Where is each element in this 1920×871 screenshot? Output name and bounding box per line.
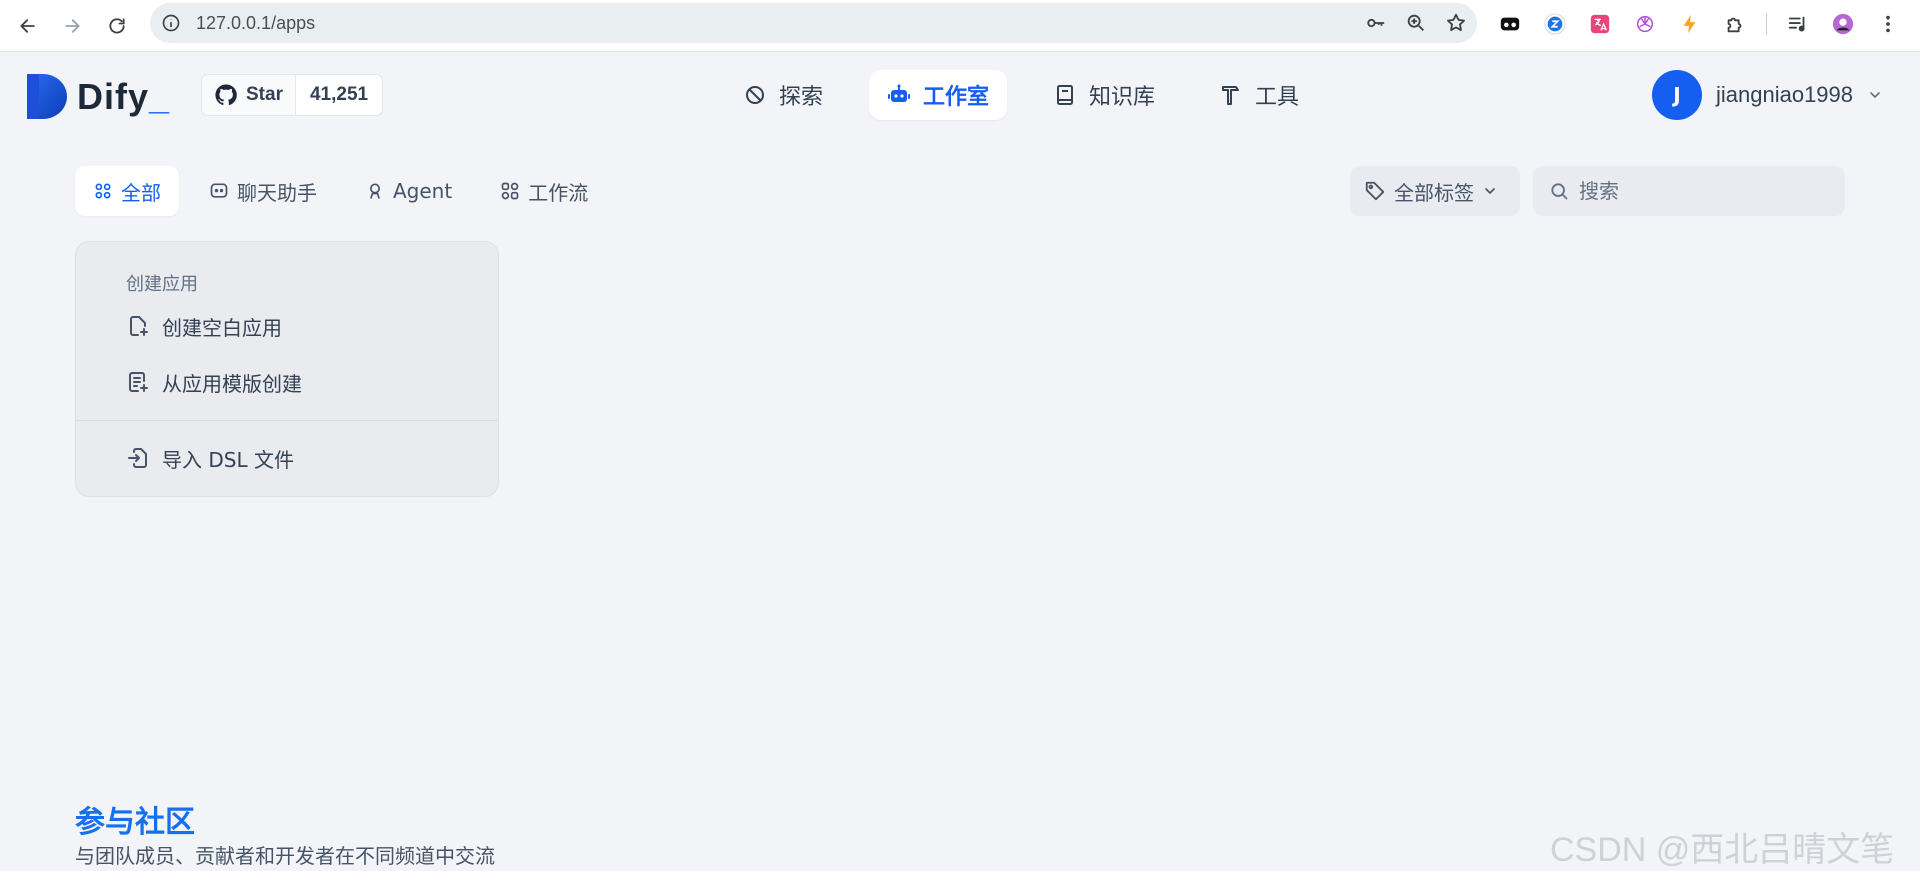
openai-icon (1636, 15, 1654, 33)
file-plus-icon (130, 316, 148, 336)
key-icon[interactable] (1365, 12, 1387, 34)
translate-icon (1590, 14, 1610, 34)
back-button[interactable] (12, 10, 44, 42)
dify-logo[interactable]: Dify_ (27, 74, 170, 119)
community-subtitle: 与团队成员、贡献者和开发者在不同频道中交流 (75, 844, 495, 868)
book-icon (1057, 85, 1074, 105)
nav-knowledge-label: 知识库 (1089, 85, 1156, 110)
extension-bolt[interactable] (1676, 10, 1704, 38)
user-menu[interactable]: J jiangniao1998 (1652, 70, 1883, 120)
forward-button[interactable] (56, 10, 88, 42)
robot-icon (888, 84, 911, 102)
zoom-icon[interactable] (1405, 12, 1427, 34)
blue-circle-icon (1544, 13, 1566, 35)
tag-icon (1365, 181, 1385, 201)
workflow-icon (501, 182, 519, 200)
extension-glasses[interactable] (1496, 10, 1524, 38)
tab-agent[interactable]: Agent (347, 166, 470, 216)
url-text[interactable]: 127.0.0.1/apps (196, 13, 315, 34)
arrow-right-icon (65, 19, 80, 33)
search-icon (1551, 183, 1568, 200)
github-icon (215, 84, 237, 106)
main-nav: 探索 工作室 知识库 工具 (725, 70, 1317, 120)
avatar[interactable]: J (1652, 70, 1702, 120)
extension-blue[interactable] (1541, 10, 1569, 38)
address-bar[interactable]: 127.0.0.1/apps (150, 3, 1477, 43)
nav-studio[interactable]: 工作室 (869, 70, 1008, 120)
logo-text: Dify_ (77, 75, 171, 117)
import-dsl-label: 导入 DSL 文件 (162, 447, 294, 472)
hammer-icon (1222, 86, 1240, 105)
nav-knowledge[interactable]: 知识库 (1035, 70, 1173, 120)
browser-toolbar: 127.0.0.1/apps (0, 0, 1920, 52)
nav-tools-label: 工具 (1255, 85, 1300, 110)
create-blank-app-button[interactable]: 创建空白应用 (126, 306, 282, 346)
github-star-label[interactable]: Star (202, 75, 296, 115)
extension-translate[interactable] (1586, 10, 1614, 38)
nav-explore-label: 探索 (779, 85, 824, 110)
tab-all[interactable]: 全部 (75, 166, 179, 216)
playlist-icon (1788, 16, 1805, 32)
extensions-button[interactable] (1721, 10, 1749, 38)
tab-workflow[interactable]: 工作流 (482, 166, 606, 216)
browser-menu-button[interactable] (1874, 10, 1902, 38)
toolbar-separator (1766, 13, 1767, 35)
star-count: 41,251 (309, 84, 369, 105)
kebab-menu-icon (1886, 15, 1890, 33)
arrow-left-icon (20, 19, 35, 33)
github-star-button[interactable]: Star 41,251 (201, 74, 384, 116)
tab-agent-label: Agent (393, 179, 453, 203)
import-dsl-button[interactable]: 导入 DSL 文件 (126, 438, 294, 478)
divider (76, 420, 498, 421)
username[interactable]: jiangniao1998 (1716, 82, 1853, 108)
template-icon (129, 372, 148, 392)
watermark: CSDN @西北吕晴文笔 (1550, 831, 1895, 869)
tag-filter-label: 全部标签 (1394, 180, 1474, 205)
reload-button[interactable] (101, 10, 133, 42)
tab-chatbot[interactable]: 聊天助手 (191, 166, 335, 216)
explore-icon (746, 86, 764, 104)
create-blank-label: 创建空白应用 (162, 315, 282, 340)
create-from-template-button[interactable]: 从应用模版创建 (126, 362, 302, 402)
puzzle-icon (1727, 17, 1742, 33)
nav-studio-label: 工作室 (923, 85, 990, 110)
app-header: Dify_ Star 41,251 探索 工作室 知识库 工具 J jiangn… (0, 52, 1920, 140)
app-type-tabs: 全部 聊天助手 Agent 工作流 (75, 166, 606, 216)
chat-icon (210, 183, 228, 198)
media-control-button[interactable] (1784, 10, 1812, 38)
reload-icon (109, 18, 125, 34)
create-app-card: 创建应用 创建空白应用 从应用模版创建 导入 DSL 文件 (75, 241, 499, 497)
bookmark-star-icon[interactable] (1445, 12, 1467, 34)
profile-avatar-icon (1832, 13, 1854, 35)
bolt-icon (1683, 14, 1696, 34)
tab-workflow-label: 工作流 (528, 180, 589, 205)
dify-logo-icon (27, 74, 67, 119)
tab-all-label: 全部 (121, 180, 161, 205)
tag-filter-dropdown[interactable]: 全部标签 (1350, 166, 1520, 216)
create-template-label: 从应用模版创建 (162, 371, 302, 396)
tab-chatbot-label: 聊天助手 (237, 180, 317, 205)
extensions-area (1496, 10, 1902, 38)
import-file-icon (128, 448, 147, 468)
profile-button[interactable] (1829, 10, 1857, 38)
site-info-icon[interactable] (161, 13, 181, 33)
chevron-down-icon[interactable] (1867, 87, 1883, 103)
nav-explore[interactable]: 探索 (725, 70, 841, 120)
star-text: Star (246, 84, 283, 105)
search-input[interactable] (1579, 179, 1819, 203)
create-app-title: 创建应用 (126, 274, 198, 295)
agent-icon (370, 183, 380, 199)
search-box[interactable] (1533, 166, 1845, 216)
community-title: 参与社区 (75, 805, 195, 840)
glasses-icon (1500, 17, 1520, 31)
extension-openai[interactable] (1631, 10, 1659, 38)
grid-icon (95, 183, 111, 199)
nav-tools[interactable]: 工具 (1201, 70, 1317, 120)
chevron-down-icon (1485, 188, 1495, 195)
